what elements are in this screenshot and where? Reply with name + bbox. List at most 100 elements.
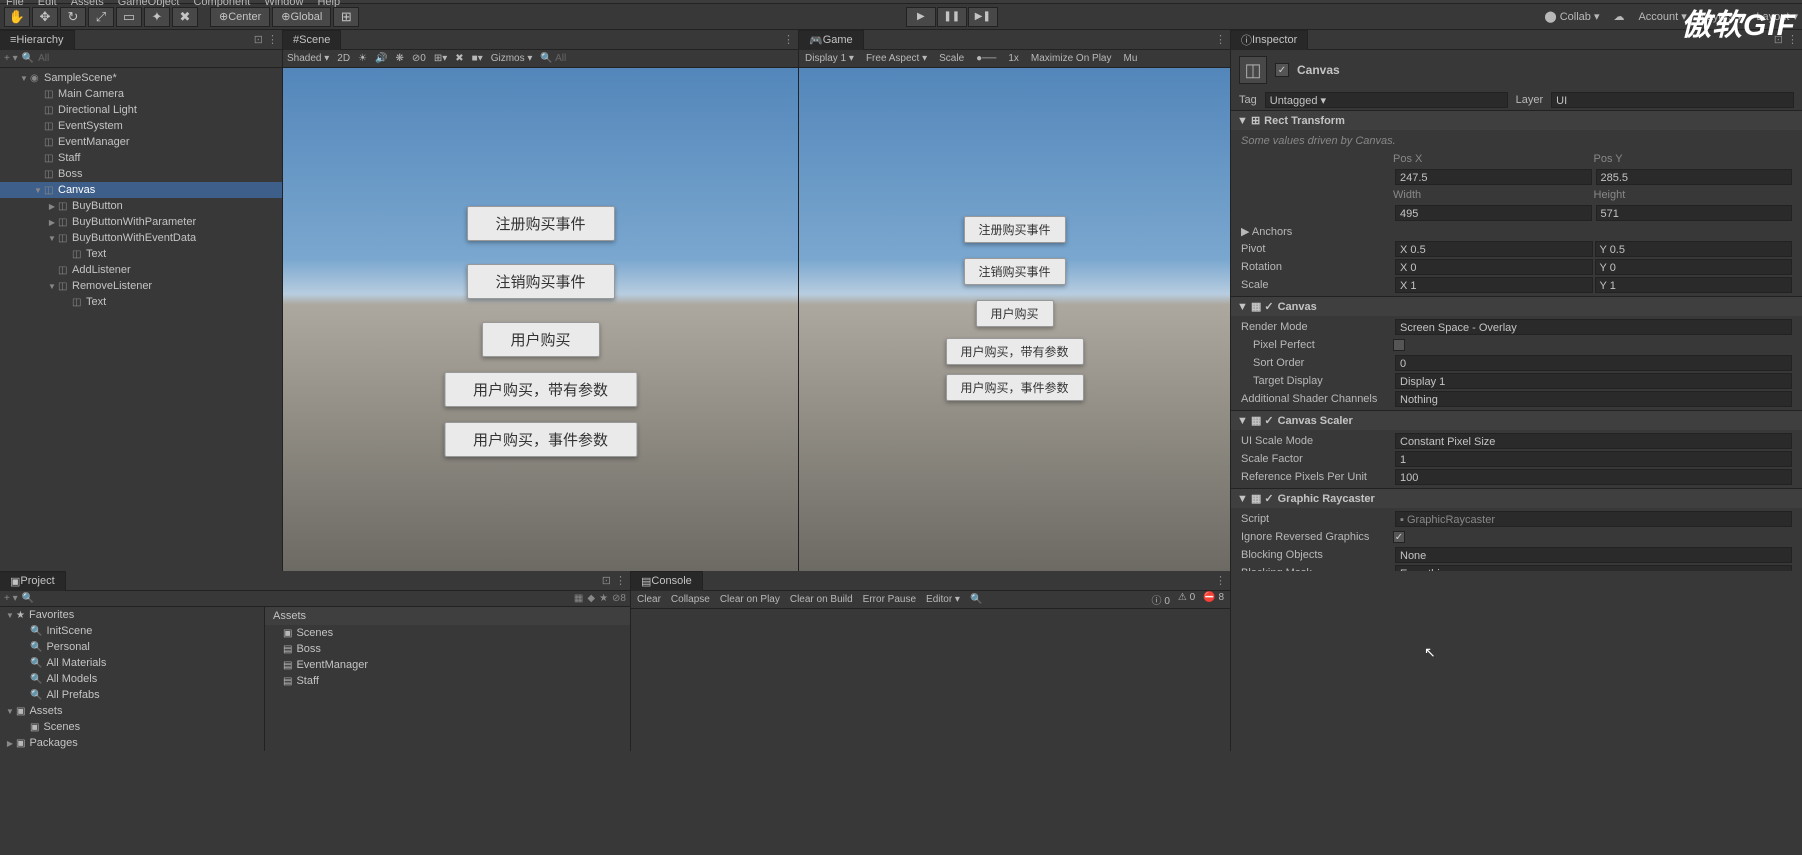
- scene-ui-button[interactable]: 注册购买事件: [466, 206, 614, 241]
- hierarchy-item[interactable]: ◫EventSystem: [0, 118, 282, 134]
- target-display-dropdown[interactable]: Display 1: [1395, 373, 1792, 389]
- scenes-folder[interactable]: ▣Scenes: [0, 719, 264, 735]
- error-pause-toggle[interactable]: Error Pause: [863, 594, 916, 605]
- favorite-item[interactable]: 🔍Personal: [0, 639, 264, 655]
- assets-folder[interactable]: ▼▣Assets: [0, 703, 264, 719]
- grid-icon[interactable]: ⊞▾: [434, 53, 447, 64]
- ref-pixels-field[interactable]: 100: [1395, 469, 1792, 485]
- info-count[interactable]: ⓘ 0: [1152, 592, 1170, 607]
- hierarchy-item[interactable]: ◫EventManager: [0, 134, 282, 150]
- scale-y-field[interactable]: Y 1: [1595, 277, 1793, 293]
- 2d-toggle[interactable]: 2D: [337, 53, 350, 64]
- favorite-item[interactable]: 🔍All Models: [0, 671, 264, 687]
- rect-transform-header[interactable]: ▼ ⊞ Rect Transform: [1231, 110, 1802, 130]
- pivot-center-toggle[interactable]: ⊕ Center: [210, 7, 270, 27]
- pivot-x-field[interactable]: X 0.5: [1395, 241, 1593, 257]
- hierarchy-search[interactable]: All: [38, 53, 278, 64]
- console-tab[interactable]: ▤ Console: [631, 571, 703, 591]
- step-button[interactable]: ▶❚: [968, 7, 998, 27]
- project-hidden-icon[interactable]: ⊘8: [612, 593, 626, 604]
- clear-button[interactable]: Clear: [637, 594, 661, 605]
- cloud-icon[interactable]: ☁: [1613, 10, 1624, 23]
- error-count[interactable]: ⛔ 8: [1203, 592, 1224, 607]
- hierarchy-item[interactable]: ▼◫Canvas: [0, 182, 282, 198]
- project-star-icon[interactable]: ★: [599, 593, 608, 604]
- project-lock-icon[interactable]: ⊡: [602, 574, 611, 587]
- posx-field[interactable]: 247.5: [1395, 169, 1592, 185]
- scene-ui-button[interactable]: 用户购买，带有参数: [444, 372, 637, 407]
- canvas-scaler-header[interactable]: ▼ ▦ ✓ Canvas Scaler: [1231, 410, 1802, 430]
- project-label-icon[interactable]: ◆: [587, 593, 595, 604]
- asset-item[interactable]: ▤EventManager: [265, 657, 630, 673]
- scene-viewport[interactable]: 注册购买事件注销购买事件用户购买用户购买，带有参数用户购买，事件参数: [283, 68, 798, 571]
- scale-tool-icon[interactable]: ⤢: [88, 7, 114, 27]
- game-menu-icon[interactable]: ⋮: [1215, 33, 1226, 46]
- canvas-component-header[interactable]: ▼ ▦ ✓ Canvas: [1231, 296, 1802, 316]
- aspect-dropdown[interactable]: Free Aspect ▾: [866, 53, 927, 64]
- render-mode-dropdown[interactable]: Screen Space - Overlay: [1395, 319, 1792, 335]
- rect-tool-icon[interactable]: ▭: [116, 7, 142, 27]
- tag-dropdown[interactable]: Untagged ▾: [1265, 92, 1508, 108]
- scene-search[interactable]: All: [555, 53, 566, 64]
- hierarchy-lock-icon[interactable]: ⊡: [254, 33, 263, 46]
- game-ui-button[interactable]: 用户购买，带有参数: [945, 338, 1083, 365]
- inspector-tab[interactable]: ⓘ Inspector: [1231, 30, 1308, 50]
- scene-menu-icon[interactable]: ⋮: [783, 33, 794, 46]
- layout-dropdown[interactable]: Layout ▾: [1756, 10, 1798, 23]
- addl-shader-dropdown[interactable]: Nothing: [1395, 391, 1792, 407]
- game-viewport[interactable]: 注册购买事件注销购买事件用户购买用户购买，带有参数用户购买，事件参数: [799, 68, 1230, 571]
- gameobject-icon[interactable]: ◫: [1239, 56, 1267, 84]
- anchors-label[interactable]: ▶ Anchors: [1241, 225, 1292, 238]
- scene-tab[interactable]: # Scene: [283, 30, 341, 50]
- hierarchy-item[interactable]: ▼◉SampleScene*: [0, 70, 282, 86]
- game-ui-button[interactable]: 用户购买: [975, 300, 1053, 327]
- hierarchy-item[interactable]: ◫Directional Light: [0, 102, 282, 118]
- light-icon[interactable]: ☀: [358, 53, 367, 64]
- snap-icon[interactable]: ⊞: [333, 7, 359, 27]
- favorites-folder[interactable]: ▼★Favorites: [0, 607, 264, 623]
- camera-icon[interactable]: ■▾: [472, 53, 483, 64]
- mute-toggle[interactable]: Mu: [1123, 53, 1137, 64]
- game-ui-button[interactable]: 注册购买事件: [963, 216, 1065, 243]
- tool-icon[interactable]: ✖: [455, 53, 463, 64]
- hidden-icon[interactable]: ⊘0: [412, 53, 426, 64]
- hierarchy-item[interactable]: ◫Text: [0, 294, 282, 310]
- hierarchy-item[interactable]: ◫AddListener: [0, 262, 282, 278]
- collapse-toggle[interactable]: Collapse: [671, 594, 710, 605]
- clear-on-play-toggle[interactable]: Clear on Play: [720, 594, 780, 605]
- play-button[interactable]: ▶: [906, 7, 936, 27]
- layer-dropdown[interactable]: UI: [1551, 92, 1794, 108]
- move-tool-icon[interactable]: ✥: [32, 7, 58, 27]
- collab-dropdown[interactable]: ⬤ Collab ▾: [1544, 10, 1599, 23]
- scene-ui-button[interactable]: 用户购买，事件参数: [444, 422, 637, 457]
- active-checkbox[interactable]: ✓: [1275, 63, 1289, 77]
- scene-ui-button[interactable]: 用户购买: [481, 322, 599, 357]
- hand-tool-icon[interactable]: ✋: [4, 7, 30, 27]
- editor-dropdown[interactable]: Editor ▾: [926, 594, 960, 605]
- width-field[interactable]: 495: [1395, 205, 1592, 221]
- hierarchy-item[interactable]: ▼◫BuyButtonWithEventData: [0, 230, 282, 246]
- hierarchy-item[interactable]: ◫Staff: [0, 150, 282, 166]
- hierarchy-menu-icon[interactable]: ⋮: [267, 33, 278, 46]
- game-ui-button[interactable]: 注销购买事件: [963, 258, 1065, 285]
- clear-on-build-toggle[interactable]: Clear on Build: [790, 594, 853, 605]
- hierarchy-item[interactable]: ▶◫BuyButtonWithParameter: [0, 214, 282, 230]
- project-add-icon[interactable]: + ▾: [4, 593, 18, 604]
- scale-mode-dropdown[interactable]: Constant Pixel Size: [1395, 433, 1792, 449]
- pivot-y-field[interactable]: Y 0.5: [1595, 241, 1793, 257]
- layers-dropdown[interactable]: Layers ▾: [1701, 10, 1743, 23]
- favorite-item[interactable]: 🔍All Prefabs: [0, 687, 264, 703]
- rotate-tool-icon[interactable]: ↻: [60, 7, 86, 27]
- game-ui-button[interactable]: 用户购买，事件参数: [945, 374, 1083, 401]
- asset-item[interactable]: ▤Staff: [265, 673, 630, 689]
- project-tab[interactable]: ▣ Project: [0, 571, 66, 591]
- pause-button[interactable]: ❚❚: [937, 7, 967, 27]
- hierarchy-tab[interactable]: ≡ Hierarchy: [0, 30, 75, 50]
- custom-tool-icon[interactable]: ✖: [172, 7, 198, 27]
- rot-y-field[interactable]: Y 0: [1595, 259, 1793, 275]
- hierarchy-item[interactable]: ◫Boss: [0, 166, 282, 182]
- game-tab[interactable]: 🎮 Game: [799, 30, 864, 50]
- shading-dropdown[interactable]: Shaded ▾: [287, 53, 329, 64]
- inspector-menu-icon[interactable]: ⋮: [1787, 33, 1798, 46]
- pixel-perfect-checkbox[interactable]: [1393, 339, 1405, 351]
